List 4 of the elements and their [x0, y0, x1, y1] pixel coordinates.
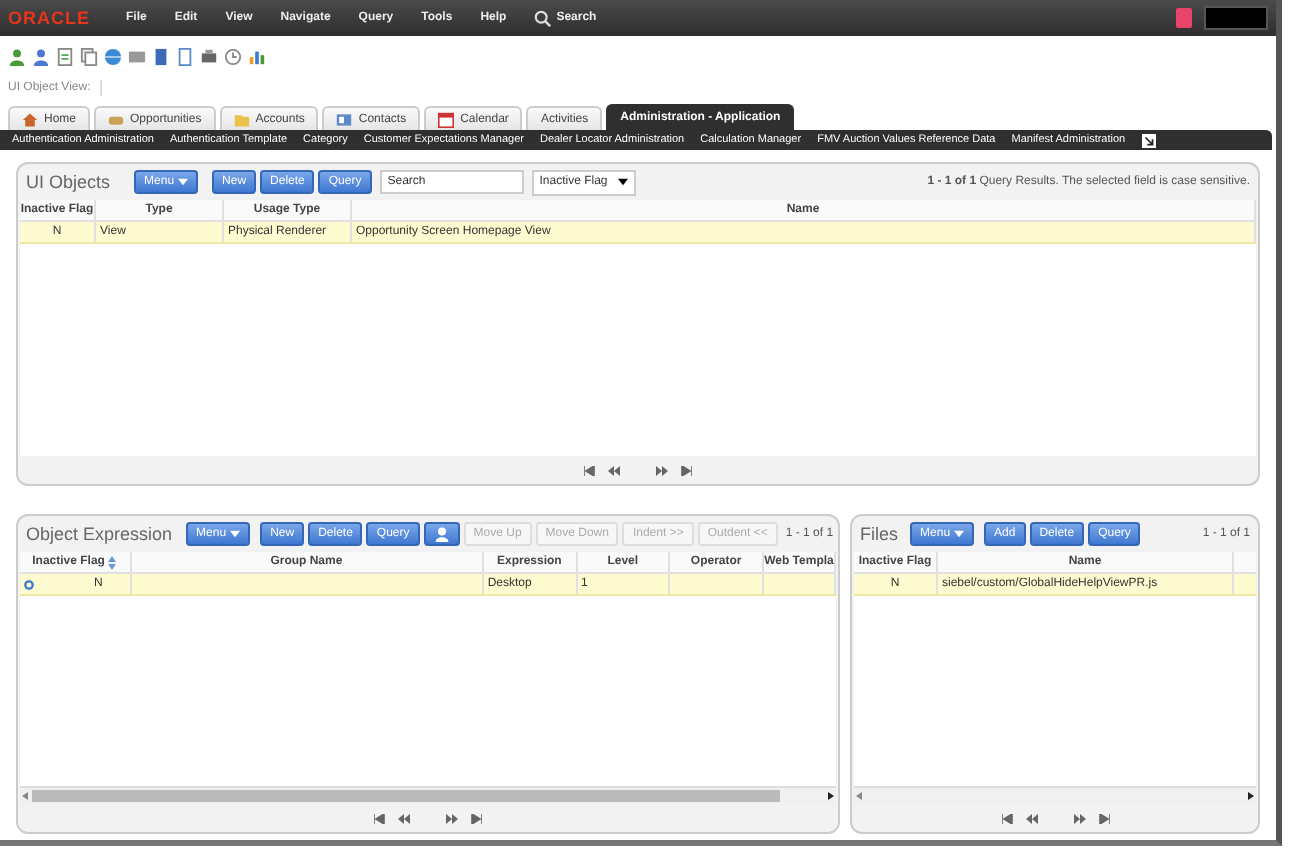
panel-title: UI Objects [26, 172, 111, 192]
panel-title: Files [860, 524, 899, 544]
oracle-logo: ORACLE [8, 8, 92, 28]
panel-title: Object Expression [26, 524, 173, 544]
